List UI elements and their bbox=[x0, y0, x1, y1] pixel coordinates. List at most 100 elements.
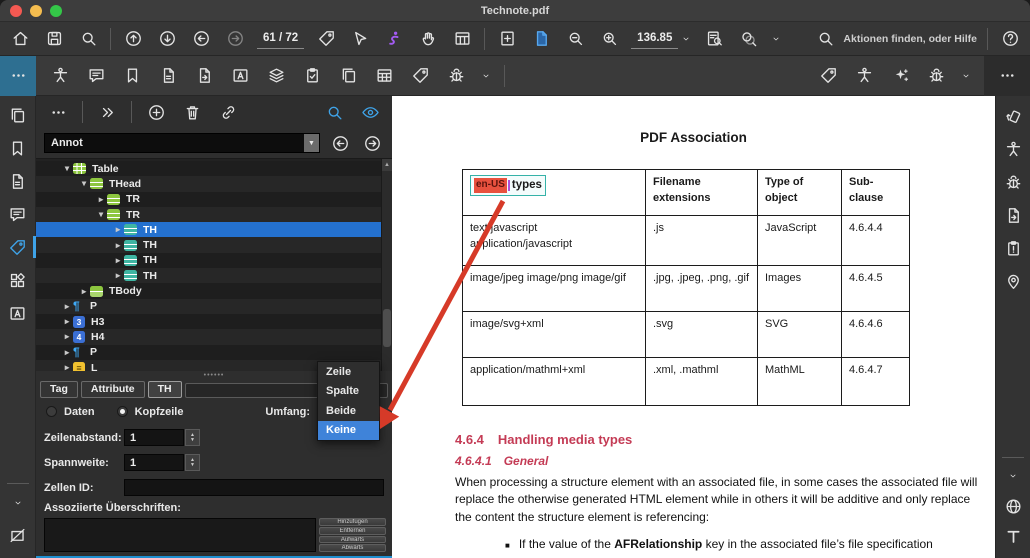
tree-node-h3-10[interactable]: ▸ 3 H3 bbox=[36, 313, 381, 330]
zeilenabstand-input[interactable] bbox=[124, 429, 184, 446]
arrow-left-circle-icon[interactable] bbox=[189, 27, 213, 51]
page-icon[interactable] bbox=[156, 64, 180, 88]
scroll-up-button[interactable]: ▲ bbox=[382, 159, 392, 171]
page-export-icon[interactable] bbox=[1001, 203, 1025, 227]
accessibility-icon[interactable] bbox=[1001, 137, 1025, 161]
assoc-headings-list[interactable] bbox=[44, 518, 316, 552]
zoom-level-field[interactable]: 136.85 bbox=[631, 27, 692, 51]
chevron-down-icon[interactable] bbox=[4, 490, 32, 516]
page-icon[interactable] bbox=[4, 168, 32, 194]
comment-icon[interactable] bbox=[84, 64, 108, 88]
search-icon[interactable] bbox=[76, 27, 100, 51]
chevron-right-icon[interactable]: ▸ bbox=[78, 286, 90, 297]
clipboard-alert-icon[interactable] bbox=[1001, 236, 1025, 260]
radio-kopfzeile[interactable]: Kopfzeile bbox=[116, 406, 183, 418]
bug-icon[interactable] bbox=[924, 64, 948, 88]
arrow-right-circle-icon[interactable] bbox=[360, 131, 384, 155]
arrow-right-circle-icon[interactable] bbox=[223, 27, 247, 51]
umfang-option-beide[interactable]: Beide bbox=[318, 401, 379, 421]
plus-circle-icon[interactable] bbox=[144, 100, 168, 124]
chevron-right-icon[interactable]: ▸ bbox=[61, 316, 73, 327]
find-actions-search[interactable]: Aktionen finden, oder Hilfe bbox=[813, 27, 977, 51]
tree-node-p-9[interactable]: ▸ ¶ P bbox=[36, 298, 381, 314]
chevron-right-icon[interactable]: ▸ bbox=[61, 347, 73, 358]
zoom-window-button[interactable] bbox=[50, 5, 62, 17]
tree-node-tbody-8[interactable]: ▸ TBody bbox=[36, 283, 381, 299]
help-icon[interactable] bbox=[998, 27, 1022, 51]
bug-icon[interactable] bbox=[1001, 170, 1025, 194]
home-icon[interactable] bbox=[8, 27, 32, 51]
chevron-right-icon[interactable]: ▸ bbox=[61, 301, 73, 312]
zoom-out-icon[interactable] bbox=[563, 27, 587, 51]
accessibility-icon[interactable] bbox=[852, 64, 876, 88]
spannweite-input[interactable] bbox=[124, 454, 184, 471]
copy-pages-icon[interactable] bbox=[336, 64, 360, 88]
tree-node-thead-1[interactable]: ▾ THead bbox=[36, 176, 381, 192]
loupe-icon[interactable] bbox=[736, 27, 760, 51]
tag-icon[interactable] bbox=[816, 64, 840, 88]
single-page-icon[interactable] bbox=[529, 27, 553, 51]
chevron-down-icon[interactable]: ▾ bbox=[95, 209, 107, 220]
chevron-down-icon[interactable] bbox=[1007, 464, 1019, 488]
bookmark-icon[interactable] bbox=[120, 64, 144, 88]
tree-scrollbar[interactable]: ▲ bbox=[381, 159, 392, 371]
chevron-right-icon[interactable]: ▸ bbox=[112, 270, 124, 281]
chevron-right-icon[interactable]: ▸ bbox=[61, 331, 73, 342]
abwrts-button[interactable]: Abwärts bbox=[319, 544, 386, 552]
hand-tool-icon[interactable] bbox=[416, 27, 440, 51]
trash-icon[interactable] bbox=[180, 100, 204, 124]
chevron-right-icon[interactable]: ▸ bbox=[61, 362, 73, 371]
table-icon[interactable] bbox=[372, 64, 396, 88]
minimize-window-button[interactable] bbox=[30, 5, 42, 17]
tree-node-tr-3[interactable]: ▾ TR bbox=[36, 206, 381, 223]
more-options-icon[interactable] bbox=[46, 100, 70, 124]
ai-assistant-icon[interactable] bbox=[382, 27, 406, 51]
rotate-pages-icon[interactable] bbox=[1001, 104, 1025, 128]
tag-icon[interactable] bbox=[314, 27, 338, 51]
text-box-icon[interactable] bbox=[4, 300, 32, 326]
umfang-option-zeile[interactable]: Zeile bbox=[318, 362, 379, 382]
layers-icon[interactable] bbox=[264, 64, 288, 88]
bug-icon[interactable] bbox=[444, 64, 468, 88]
tree-node-th-5[interactable]: ▸ TH bbox=[36, 237, 381, 253]
umfang-option-spalte[interactable]: Spalte bbox=[318, 382, 379, 402]
tree-node-h4-11[interactable]: ▸ 4 H4 bbox=[36, 329, 381, 345]
link-icon[interactable] bbox=[216, 100, 240, 124]
zellen-id-input[interactable] bbox=[124, 479, 384, 496]
more-tools-button[interactable] bbox=[984, 55, 1030, 96]
tab-attribute[interactable]: Attribute bbox=[80, 381, 145, 398]
entfernen-button[interactable]: Entfernen bbox=[319, 526, 386, 535]
accessibility-icon[interactable] bbox=[48, 64, 72, 88]
selected-content-box[interactable]: en-US types bbox=[470, 175, 546, 196]
sparkles-icon[interactable] bbox=[888, 64, 912, 88]
double-chevron-icon[interactable] bbox=[95, 100, 119, 124]
radio-daten[interactable]: Daten bbox=[46, 406, 95, 418]
location-pin-icon[interactable] bbox=[1001, 269, 1025, 293]
tag-icon[interactable] bbox=[4, 234, 36, 260]
annot-dropdown[interactable]: Annot ▼ bbox=[44, 133, 320, 153]
chevron-down-icon[interactable]: ▾ bbox=[61, 163, 73, 174]
tab-th[interactable]: TH bbox=[147, 381, 182, 398]
aufwrts-button[interactable]: Aufwärts bbox=[319, 535, 386, 544]
chevron-right-icon[interactable]: ▸ bbox=[112, 255, 124, 266]
fit-page-icon[interactable] bbox=[495, 27, 519, 51]
page-preview-icon[interactable] bbox=[702, 27, 726, 51]
close-window-button[interactable] bbox=[10, 5, 22, 17]
hinzufgen-button[interactable]: Hinzufügen bbox=[319, 518, 386, 526]
arrow-left-circle-icon[interactable] bbox=[328, 131, 352, 155]
tree-node-p-12[interactable]: ▸ ¶ P bbox=[36, 344, 381, 360]
copy-pages-icon[interactable] bbox=[4, 102, 32, 128]
select-pointer-icon[interactable] bbox=[348, 27, 372, 51]
umfang-option-keine[interactable]: Keine bbox=[318, 420, 379, 440]
bookmark-icon[interactable] bbox=[4, 135, 32, 161]
tree-node-th-6[interactable]: ▸ TH bbox=[36, 252, 381, 269]
all-tools-button[interactable] bbox=[0, 55, 36, 96]
globe-icon[interactable] bbox=[1001, 494, 1025, 518]
hide-panel-icon[interactable] bbox=[4, 522, 32, 548]
table-columns-icon[interactable] bbox=[450, 27, 474, 51]
tag-icon[interactable] bbox=[408, 64, 432, 88]
arrow-down-circle-icon[interactable] bbox=[155, 27, 179, 51]
spannweite-stepper[interactable]: ▲ ▼ bbox=[185, 454, 200, 471]
chevron-down-icon[interactable] bbox=[770, 27, 782, 51]
shapes-icon[interactable] bbox=[4, 267, 32, 293]
